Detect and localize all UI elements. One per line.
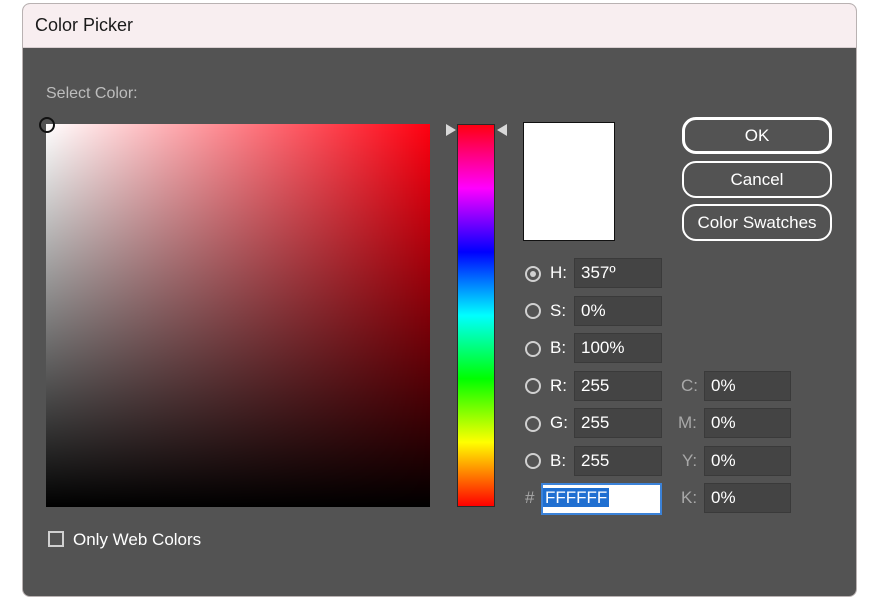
blue-field[interactable]: 255 [574, 446, 662, 476]
hex-hash-label: # [525, 488, 535, 507]
window-title: Color Picker [35, 15, 134, 35]
yellow-label: Y: [682, 451, 698, 470]
brightness-radio[interactable] [525, 341, 541, 357]
red-field[interactable]: 255 [574, 371, 662, 401]
red-radio[interactable] [525, 378, 541, 394]
hue-slider-left-arrow-icon[interactable] [446, 124, 456, 136]
green-field[interactable]: 255 [574, 408, 662, 438]
blue-label: B: [550, 451, 567, 470]
only-web-colors-label[interactable]: Only Web Colors [73, 530, 201, 550]
magenta-label: M: [678, 413, 697, 432]
hue-slider[interactable] [457, 124, 495, 507]
hue-slider-right-arrow-icon[interactable] [497, 124, 507, 136]
hex-value: FFFFFF [543, 488, 610, 507]
yellow-field[interactable]: 0% [704, 446, 791, 476]
hex-input[interactable]: FFFFFF [541, 483, 662, 515]
saturation-radio[interactable] [525, 303, 541, 319]
select-color-label: Select Color: [46, 85, 138, 102]
saturation-field[interactable]: 0% [574, 296, 662, 326]
brightness-field[interactable]: 100% [574, 333, 662, 363]
saturation-label: S: [550, 301, 567, 320]
green-radio[interactable] [525, 416, 541, 432]
ok-button[interactable]: OK [682, 117, 832, 154]
hue-label: H: [550, 263, 567, 282]
black-label: K: [681, 488, 698, 507]
color-selection-marker[interactable] [39, 117, 55, 133]
blue-radio[interactable] [525, 453, 541, 469]
black-field[interactable]: 0% [704, 483, 791, 513]
color-preview-swatch [523, 122, 615, 241]
magenta-field[interactable]: 0% [704, 408, 791, 438]
cyan-field[interactable]: 0% [704, 371, 791, 401]
brightness-label: B: [550, 338, 567, 357]
only-web-colors-checkbox[interactable] [48, 531, 64, 547]
color-picker-dialog: Color Picker Select Color: OK Cancel Col… [22, 3, 857, 597]
green-label: G: [550, 413, 568, 432]
red-label: R: [550, 376, 567, 395]
saturation-brightness-field[interactable] [39, 117, 430, 507]
color-swatches-button[interactable]: Color Swatches [682, 204, 832, 241]
cyan-label: C: [681, 376, 698, 395]
title-bar[interactable]: Color Picker [23, 4, 856, 48]
hue-radio[interactable] [525, 266, 541, 282]
hue-field[interactable]: 357º [574, 258, 662, 288]
cancel-button[interactable]: Cancel [682, 161, 832, 198]
